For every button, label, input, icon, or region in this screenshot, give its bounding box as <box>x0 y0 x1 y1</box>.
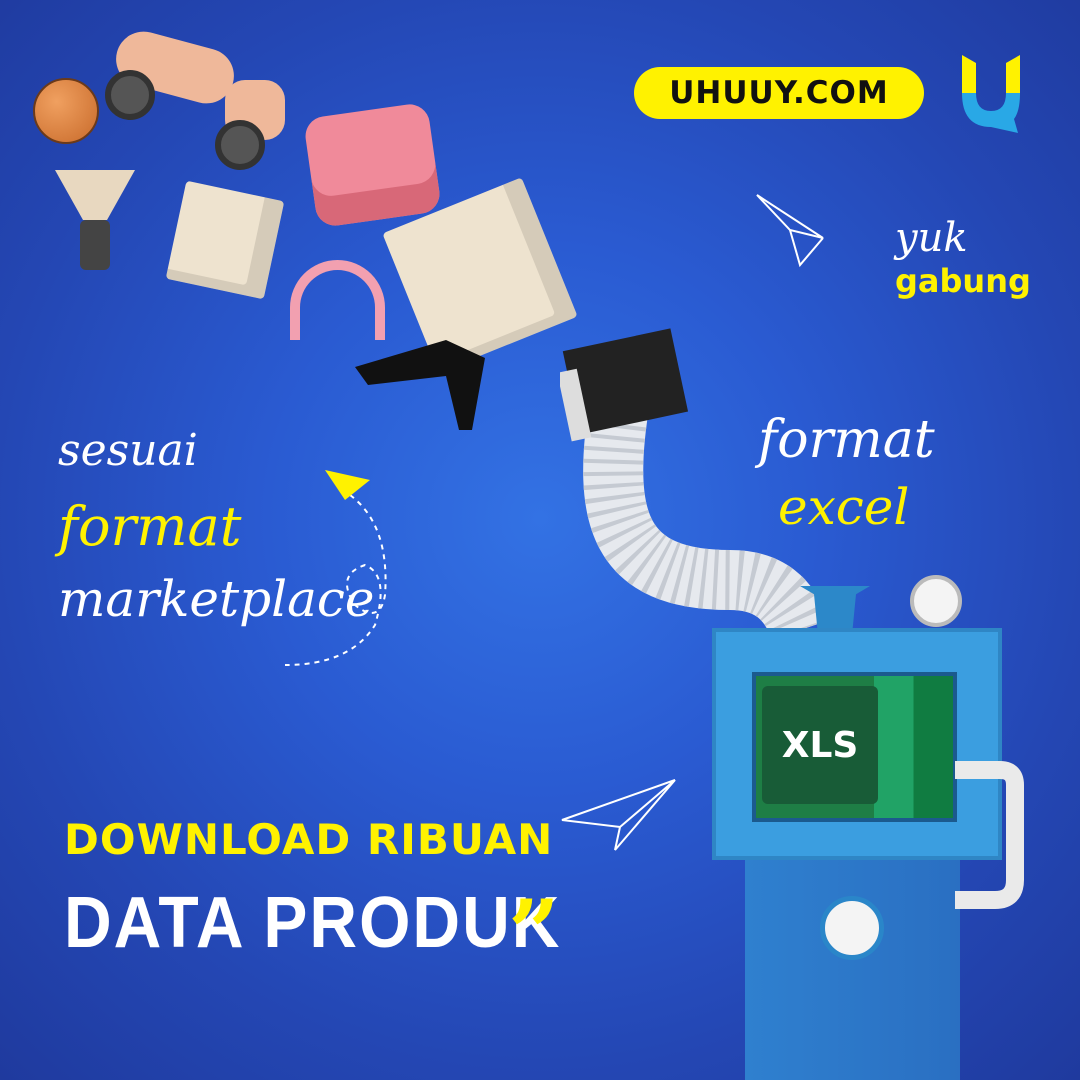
join-text-1: yuk <box>895 215 968 261</box>
side-pipe <box>955 761 1024 909</box>
sesuai-text: sesuai <box>58 425 198 476</box>
marketplace-text: marketplace <box>58 570 375 628</box>
sofa-image <box>302 101 443 229</box>
scooter-image <box>105 20 285 170</box>
join-text-2: gabung <box>895 262 1031 300</box>
format-yellow-text: format <box>58 495 242 558</box>
megaphone-image <box>55 170 135 270</box>
basketball-image <box>33 78 99 144</box>
high-heel-image <box>355 340 485 430</box>
site-label: UHUUY.COM <box>669 75 889 111</box>
paper-plane-icon <box>756 194 824 268</box>
site-badge[interactable]: UHUUY.COM <box>634 67 924 119</box>
pressure-gauge-top <box>910 575 962 627</box>
headphones-image <box>290 260 385 340</box>
paper-plane-icon <box>561 779 676 851</box>
excel-icon: XLS <box>762 686 878 804</box>
machine-screen: XLS <box>752 672 957 822</box>
promo-banner: UHUUY.COM XLS yuk gabung format excel se… <box>0 0 1080 1080</box>
uhuuy-logo <box>962 55 1020 133</box>
format-text: format <box>758 410 935 470</box>
headline-line-2: DATA PRODUK <box>64 881 562 963</box>
headline-line-1: DOWNLOAD RIBUAN <box>64 815 554 864</box>
excel-text: excel <box>778 478 910 536</box>
pressure-gauge-bottom <box>820 896 884 960</box>
quote-mark: ” <box>508 880 560 986</box>
machine-base <box>745 860 960 1080</box>
xls-label: XLS <box>781 724 859 766</box>
cardboard-box-small <box>165 180 285 300</box>
